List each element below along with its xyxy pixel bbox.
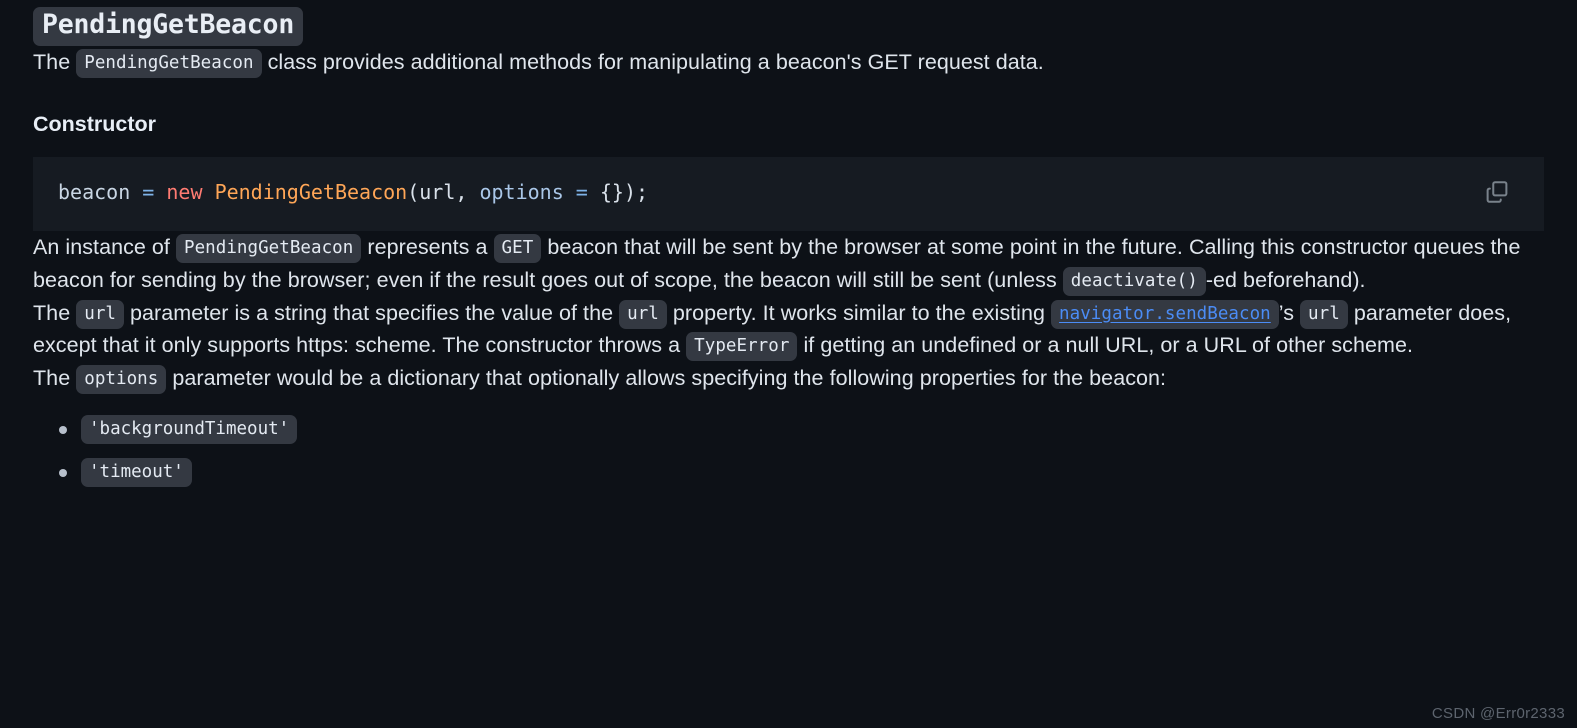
- intro-paragraph: The PendingGetBeacon class provides addi…: [33, 46, 1544, 79]
- list-item: 'timeout': [33, 457, 1544, 487]
- code-token-args: (url,: [407, 180, 480, 205]
- code-token-closing: {});: [599, 180, 649, 205]
- code-block-constructor: beacon = new PendingGetBeacon(url, optio…: [33, 157, 1544, 232]
- paragraph-options: The options parameter would be a diction…: [33, 362, 1544, 395]
- instance-seg-1: An instance of: [33, 235, 176, 260]
- url-seg-4: ’s: [1278, 300, 1301, 325]
- code-token-operator-1: =: [142, 180, 167, 205]
- link-navigator-sendbeacon[interactable]: navigator.sendBeacon: [1059, 304, 1271, 324]
- code-token-keyword-new: new: [166, 180, 215, 205]
- code-token-parameter: options: [479, 180, 576, 205]
- inline-code-pendinggetbeacon-2: PendingGetBeacon: [175, 234, 362, 264]
- inline-code-url-2: url: [619, 299, 667, 329]
- inline-code-url-3: url: [1300, 299, 1348, 329]
- inline-code-deactivate: deactivate(): [1062, 266, 1206, 296]
- inline-code-typeerror: TypeError: [686, 332, 798, 362]
- intro-text-before: The: [33, 49, 77, 74]
- options-seg-1: The: [33, 365, 77, 390]
- documentation-page: PendingGetBeacon The PendingGetBeacon cl…: [0, 0, 1577, 728]
- url-seg-2: parameter is a string that specifies the…: [124, 300, 620, 325]
- list-item: 'backgroundTimeout': [33, 414, 1544, 444]
- page-title: PendingGetBeacon: [33, 7, 304, 46]
- code-token-class-name: PendingGetBeacon: [214, 180, 408, 205]
- inline-code-get: GET: [493, 234, 542, 264]
- watermark: CSDN @Err0r2333: [1431, 705, 1565, 722]
- inline-code-timeout: 'timeout': [81, 457, 192, 487]
- code-token-variable: beacon: [58, 180, 143, 205]
- inline-code-link-wrapper: navigator.sendBeacon: [1051, 299, 1279, 329]
- code-block-content: beacon = new PendingGetBeacon(url, optio…: [58, 179, 1544, 205]
- paragraph-instance: An instance of PendingGetBeacon represen…: [33, 231, 1544, 296]
- page-title-wrapper: PendingGetBeacon: [33, 0, 1544, 46]
- options-seg-2: parameter would be a dictionary that opt…: [166, 365, 1167, 390]
- copy-icon[interactable]: [1482, 176, 1512, 206]
- inline-code-url-1: url: [76, 299, 124, 329]
- instance-seg-4: -ed beforehand).: [1205, 267, 1366, 292]
- code-token-operator-2: =: [575, 180, 600, 205]
- intro-text-after: class provides additional methods for ma…: [261, 49, 1044, 74]
- paragraph-url: The url parameter is a string that speci…: [33, 297, 1544, 362]
- section-heading-constructor: Constructor: [33, 112, 157, 137]
- inline-code-pendinggetbeacon: PendingGetBeacon: [76, 48, 262, 78]
- url-seg-3: property. It works similar to the existi…: [666, 300, 1052, 325]
- instance-seg-2: represents a: [361, 235, 494, 260]
- url-seg-6: if getting an undefined or a null URL, o…: [797, 333, 1413, 358]
- inline-code-background-timeout: 'backgroundTimeout': [81, 414, 298, 444]
- options-properties-list: 'backgroundTimeout' 'timeout': [33, 414, 1544, 487]
- inline-code-options: options: [76, 364, 167, 394]
- url-seg-1: The: [33, 300, 77, 325]
